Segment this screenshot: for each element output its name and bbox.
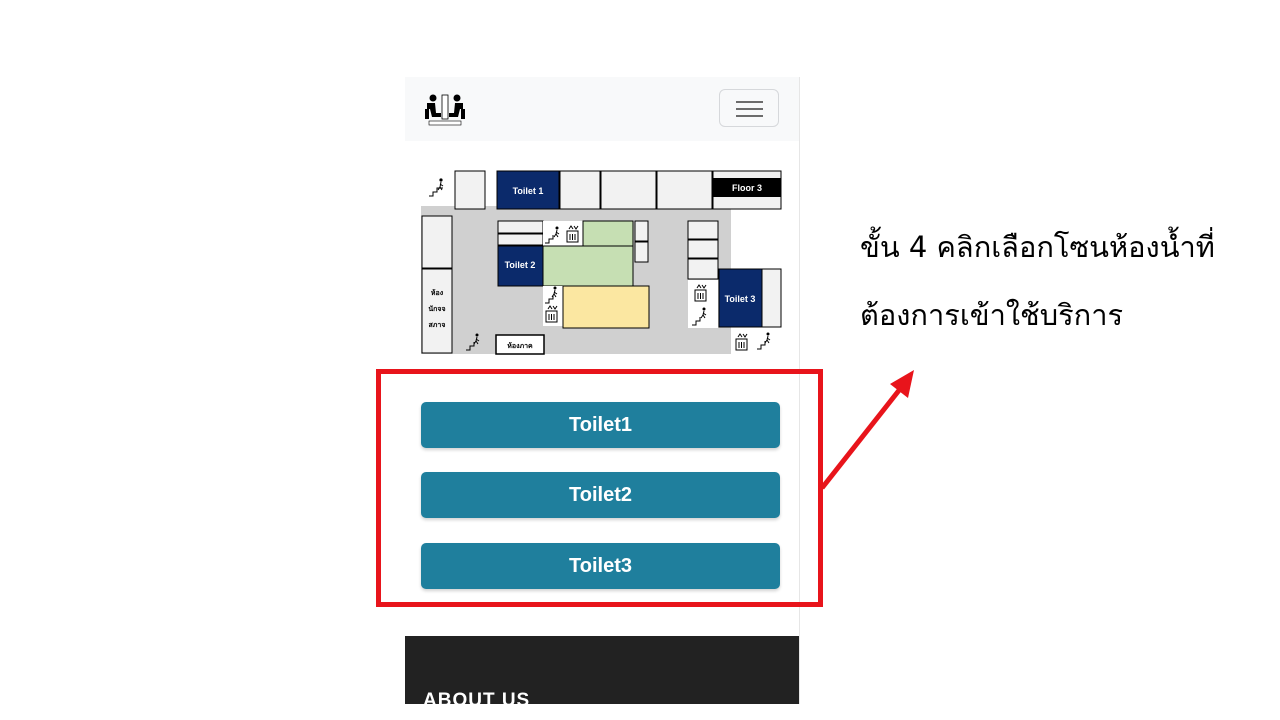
footer-title: ABOUT US <box>423 690 531 704</box>
toilet2-button[interactable]: Toilet2 <box>421 472 780 518</box>
instruction-line-1: ขั้น 4 คลิกเลือกโซนห้องน้ำที่ <box>860 230 1215 264</box>
map-room-left-line1: ห้อง <box>431 288 444 297</box>
map-yellow-zone <box>562 285 650 329</box>
map-toilet-1-label: Toilet 1 <box>513 186 544 196</box>
hamburger-menu-icon <box>736 101 763 103</box>
pointer-arrow-icon <box>820 370 914 490</box>
map-room-bottom-label: ห้องภาค <box>507 341 533 350</box>
toilet3-button[interactable]: Toilet3 <box>421 543 780 589</box>
instruction-line-2: ต้องการเข้าใช้บริการ <box>860 298 1124 332</box>
map-green-zone <box>582 220 634 247</box>
toilet1-button[interactable]: Toilet1 <box>421 402 780 448</box>
navbar <box>405 77 799 141</box>
map-toilet-3-label: Toilet 3 <box>725 294 756 304</box>
floor-map: Toilet 1 Floor 3 ห้อง นักจจ สภาจ Toilet … <box>421 168 783 358</box>
map-floor-3-label: Floor 3 <box>732 183 762 193</box>
logo-icon[interactable] <box>421 91 469 127</box>
footer: ABOUT US <box>405 636 799 704</box>
map-toilet-2-label: Toilet 2 <box>505 260 536 270</box>
map-room-left-line3: สภาจ <box>429 322 446 329</box>
mobile-screen: Toilet 1 Floor 3 ห้อง นักจจ สภาจ Toilet … <box>405 77 800 704</box>
map-room-left-line2: นักจจ <box>428 305 445 313</box>
hamburger-menu-button[interactable] <box>719 89 779 127</box>
